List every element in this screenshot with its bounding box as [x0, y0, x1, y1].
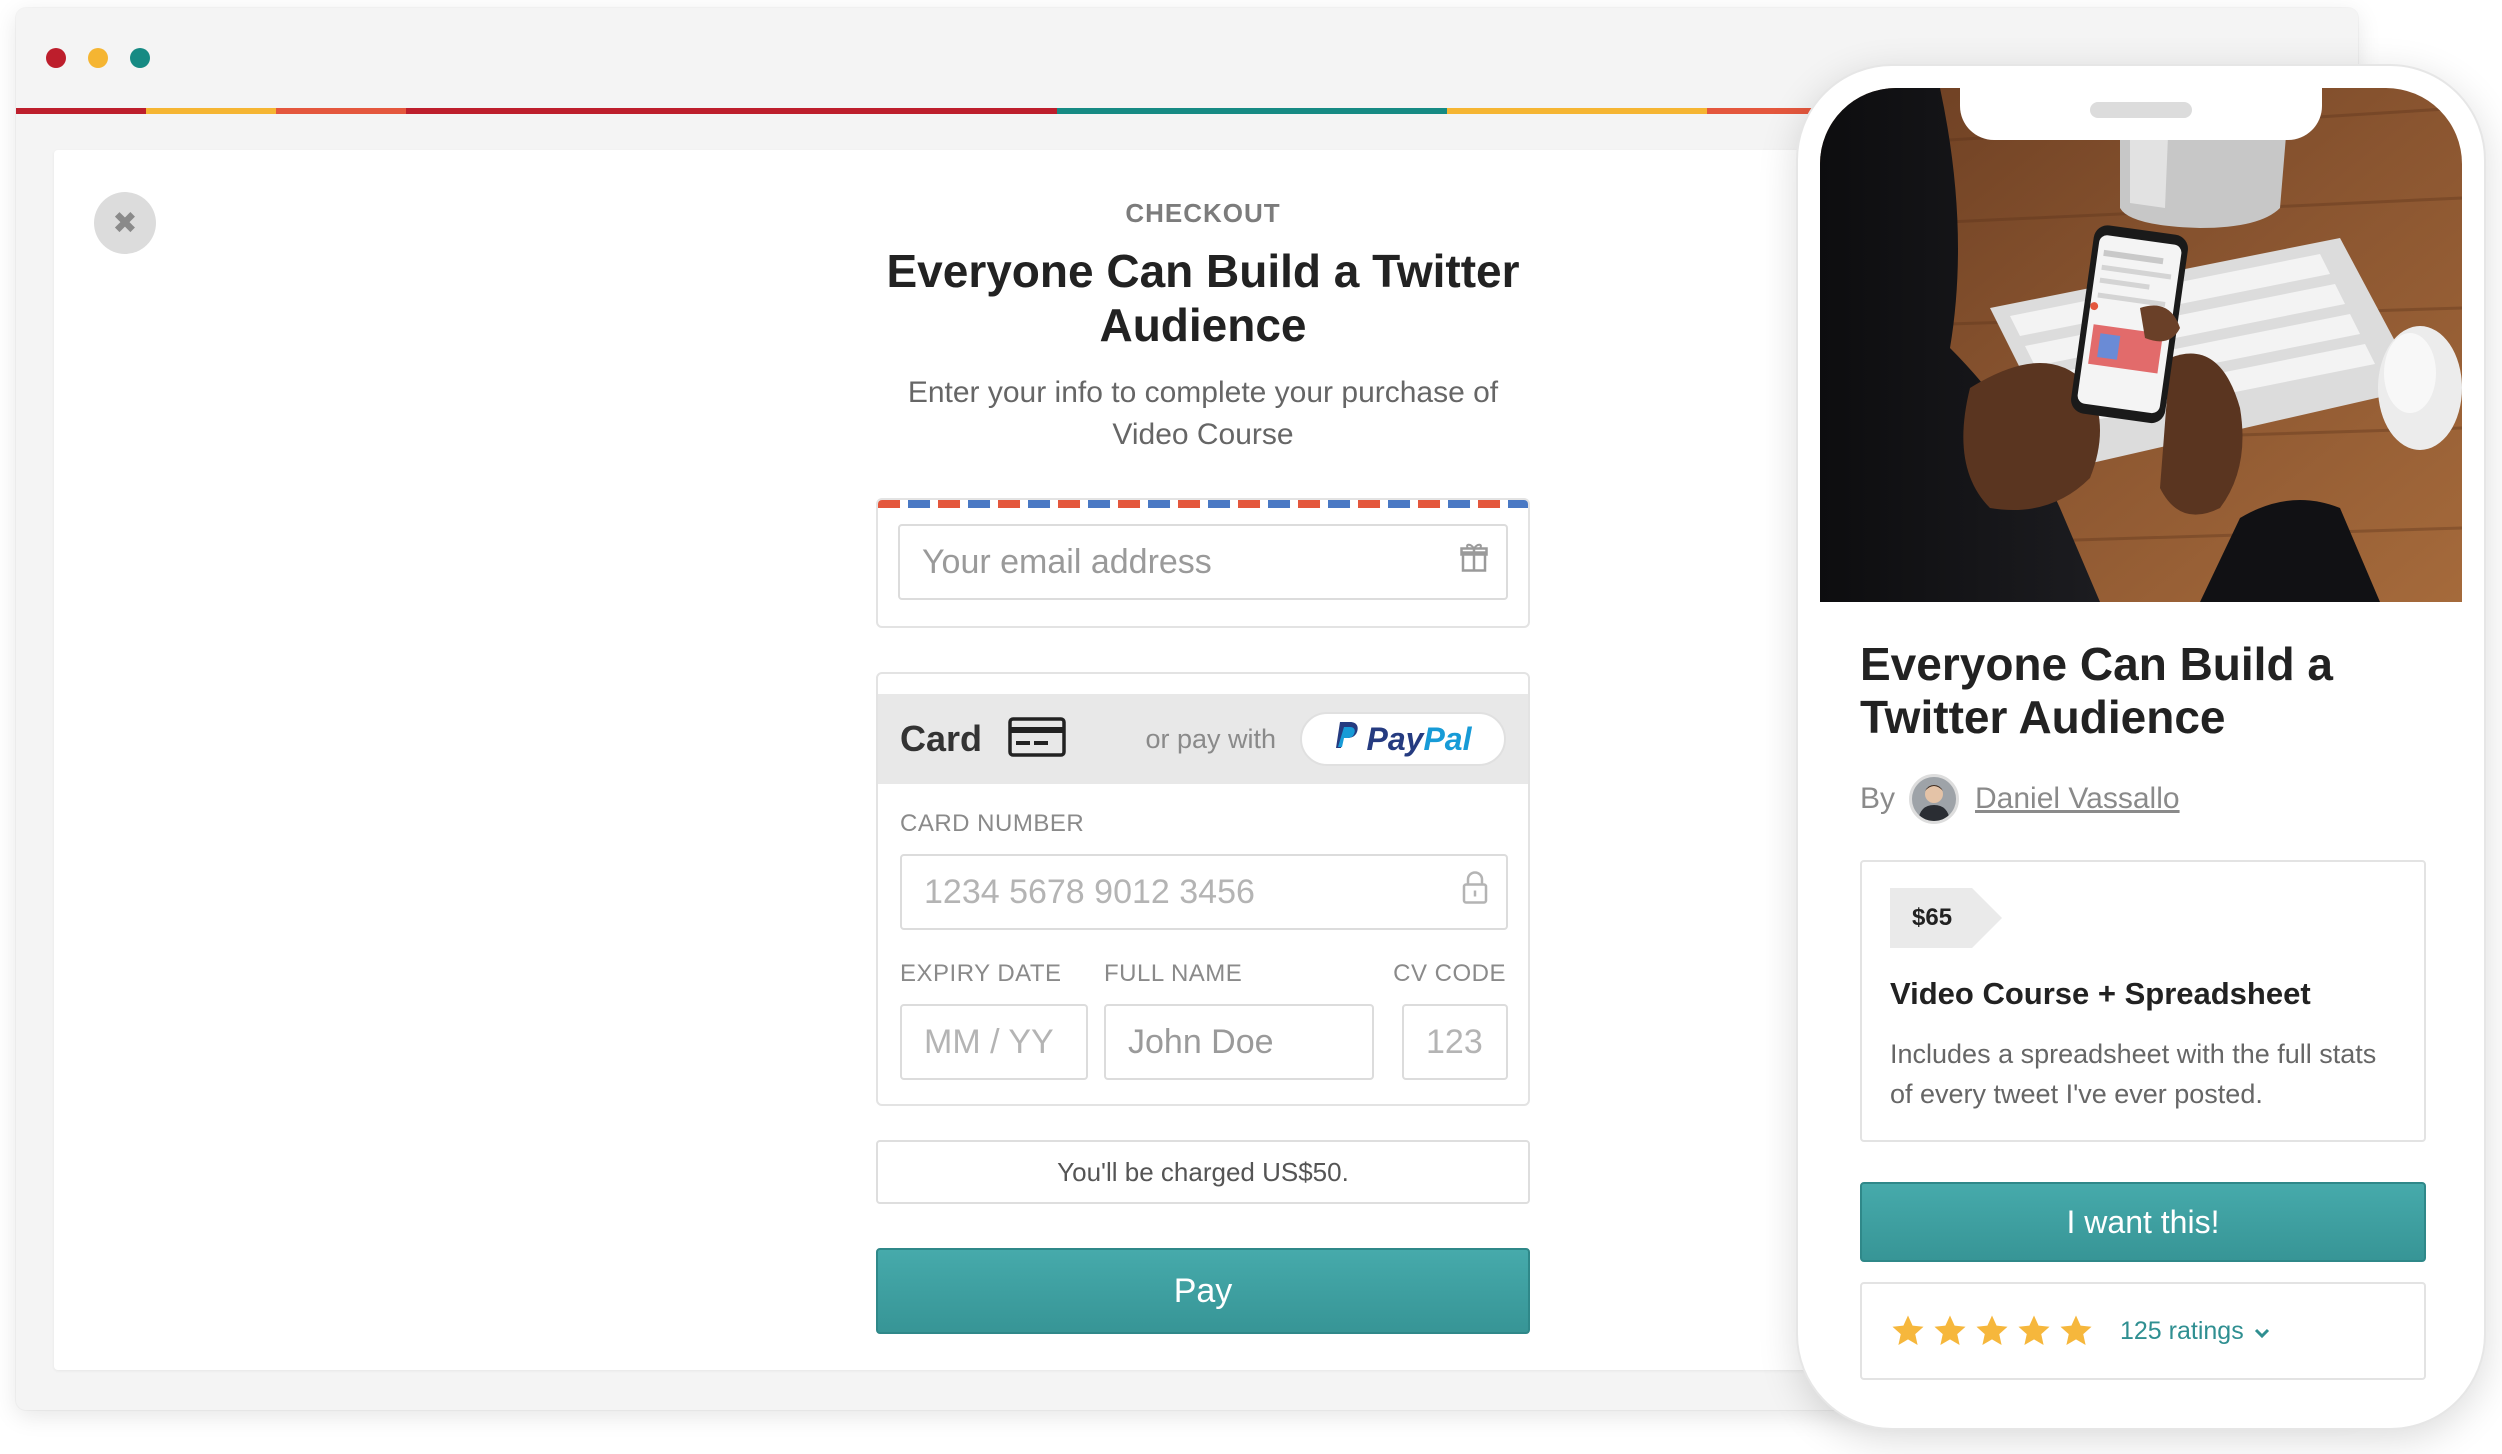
- phone-speaker: [2090, 102, 2192, 118]
- charge-notice: You'll be charged US$50.: [876, 1140, 1530, 1204]
- or-pay-with-text: or pay with: [1145, 723, 1276, 754]
- phone-notch: [1960, 88, 2322, 140]
- product-title: Everyone Can Build a Twitter Audience: [1860, 638, 2333, 743]
- expiry-input[interactable]: MM / YY: [900, 1004, 1088, 1080]
- ratings-toggle[interactable]: 125 ratings: [2120, 1317, 2270, 1346]
- offer-name: Video Course + Spreadsheet: [1890, 976, 2311, 1011]
- checkout-title: Everyone Can Build a Twitter Audience: [886, 245, 1520, 351]
- product-cover-image: [1820, 88, 2462, 602]
- cv-code-input[interactable]: 123: [1402, 1004, 1508, 1080]
- offer-description: Includes a spreadsheet with the full sta…: [1890, 1039, 2377, 1109]
- ratings-count: 125 ratings: [2120, 1316, 2244, 1345]
- cv-code-placeholder: 123: [1426, 1022, 1483, 1061]
- star-rating: [1890, 1314, 2094, 1348]
- window-controls: [46, 48, 150, 68]
- stripe-segment: [796, 108, 927, 114]
- card-number-placeholder: 1234 5678 9012 3456: [924, 872, 1255, 911]
- pay-button[interactable]: Pay: [876, 1248, 1530, 1334]
- avatar[interactable]: [1909, 774, 1960, 824]
- card-tab-label[interactable]: Card: [900, 718, 982, 760]
- expiry-label: EXPIRY DATE: [900, 960, 1062, 987]
- checkout-modal: ✖ CHECKOUT Everyone Can Build a Twitter …: [54, 150, 1924, 1370]
- author-row: By Daniel Vassallo: [1860, 774, 2180, 824]
- phone-mockup: Everyone Can Build a Twitter Audience By…: [1796, 64, 2486, 1430]
- full-name-label: FULL NAME: [1104, 960, 1243, 987]
- stripe-segment: [666, 108, 797, 114]
- minimize-window-dot[interactable]: [88, 48, 108, 68]
- card-number-label: CARD NUMBER: [900, 810, 1085, 837]
- email-placeholder: Your email address: [922, 542, 1212, 581]
- stripe-segment: [16, 108, 147, 114]
- credit-card-icon: [1008, 716, 1066, 762]
- stripe-segment: [276, 108, 407, 114]
- stripe-segment: [1186, 108, 1318, 114]
- stripe-segment: [1447, 108, 1578, 114]
- card-number-input[interactable]: 1234 5678 9012 3456: [900, 854, 1508, 930]
- lock-icon: [1462, 871, 1488, 914]
- paypal-logo-icon: [1335, 720, 1359, 758]
- airmail-border: [878, 500, 1528, 508]
- star-icon: [1934, 1315, 1966, 1346]
- offer-card[interactable]: $65 Video Course + Spreadsheet Includes …: [1860, 860, 2426, 1142]
- stripe-segment: [1577, 108, 1708, 114]
- full-name-input[interactable]: John Doe: [1104, 1004, 1374, 1080]
- payment-method-header: Card or pay with Pay Pal: [878, 694, 1528, 784]
- checkout-eyebrow: CHECKOUT: [1125, 198, 1281, 228]
- close-window-dot[interactable]: [46, 48, 66, 68]
- email-input[interactable]: Your email address: [898, 524, 1508, 600]
- close-icon: ✖: [112, 206, 138, 240]
- gift-icon[interactable]: [1460, 543, 1488, 582]
- checkout-subtitle: Enter your info to complete your purchas…: [907, 376, 1499, 451]
- stripe-segment: [1056, 108, 1187, 114]
- stripe-segment: [536, 108, 667, 114]
- paypal-text-pal: Pal: [1423, 720, 1472, 757]
- chevron-down-icon: [2254, 1317, 2270, 1346]
- ratings-box: 125 ratings: [1860, 1282, 2426, 1380]
- cv-code-label: CV CODE: [1393, 960, 1506, 987]
- stripe-segment: [1317, 108, 1448, 114]
- author-link[interactable]: Daniel Vassallo: [1975, 782, 2180, 816]
- by-label: By: [1860, 782, 1896, 815]
- star-icon: [2018, 1315, 2050, 1346]
- payment-card: Card or pay with Pay Pal CARD NUMBER 1234…: [876, 672, 1530, 1106]
- i-want-this-button[interactable]: I want this!: [1860, 1182, 2426, 1262]
- price-tag: $65: [1890, 888, 2003, 948]
- full-name-placeholder: John Doe: [1128, 1022, 1274, 1061]
- star-icon: [1892, 1315, 1924, 1346]
- paypal-text-pay: Pay: [1366, 720, 1424, 757]
- star-icon: [1976, 1315, 2008, 1346]
- close-button[interactable]: ✖: [94, 192, 156, 254]
- stripe-segment: [406, 108, 537, 114]
- maximize-window-dot[interactable]: [130, 48, 150, 68]
- email-card: Your email address: [876, 498, 1530, 628]
- star-icon: [2060, 1315, 2092, 1346]
- phone-screen: Everyone Can Build a Twitter Audience By…: [1820, 88, 2462, 1408]
- stripe-segment: [926, 108, 1057, 114]
- expiry-placeholder: MM / YY: [924, 1022, 1054, 1061]
- stripe-segment: [146, 108, 277, 114]
- paypal-button[interactable]: Pay Pal: [1300, 712, 1506, 766]
